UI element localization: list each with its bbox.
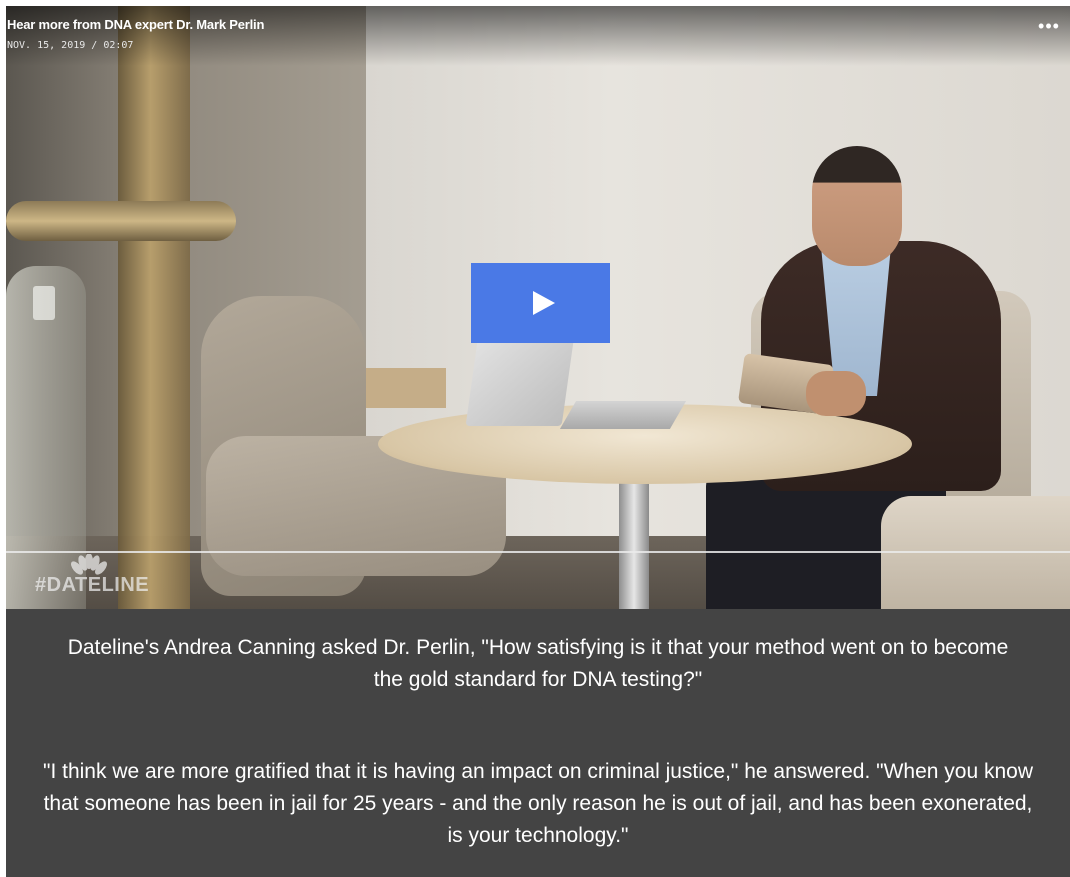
video-card: Hear more from DNA expert Dr. Mark Perli… [6,6,1070,877]
dateline-watermark: #DATELINE [35,554,155,602]
play-button[interactable] [471,263,610,343]
scene-hand [806,371,866,416]
video-date-duration: NOV. 15, 2019 / 02:07 [7,40,134,51]
scene-laptop-base [559,401,687,429]
title-overlay [6,6,1070,66]
play-icon [532,291,555,315]
video-player[interactable]: Hear more from DNA expert Dr. Mark Perli… [6,6,1070,609]
progress-bar[interactable] [6,551,1070,553]
watermark-text: #DATELINE [35,574,150,596]
video-caption: Dateline's Andrea Canning asked Dr. Perl… [6,609,1070,877]
caption-paragraph-1: Dateline's Andrea Canning asked Dr. Perl… [67,636,1009,691]
scene-door-frame [118,6,190,609]
video-title: Hear more from DNA expert Dr. Mark Perli… [7,17,265,32]
scene-door-handle [6,201,236,241]
caption-paragraph-2: "I think we are more gratified that it i… [43,760,1033,847]
scene-table-leg [619,476,649,609]
scene-person-head [812,146,902,266]
more-options-button[interactable]: ••• [1034,16,1064,36]
